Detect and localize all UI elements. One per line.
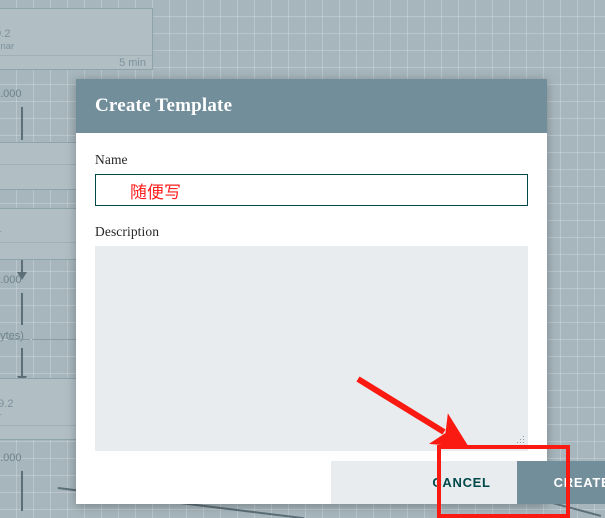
screen: aseTable seTable 1.9.2 nifi-standard-nar…	[0, 0, 605, 518]
field-spacer	[95, 206, 528, 224]
queue-label: 0.000	[0, 452, 22, 464]
description-field-wrapper	[95, 246, 528, 451]
processor-stats-row: 5 min	[0, 55, 152, 69]
name-field-label: Name	[95, 152, 128, 167]
connection-line[interactable]	[21, 471, 23, 511]
dialog-header: Create Template	[76, 79, 547, 133]
connection-tick	[32, 339, 78, 340]
processor-bundle: nifi-standard-nar	[0, 41, 15, 52]
connection-line[interactable]	[21, 293, 23, 325]
create-button[interactable]: CREATE	[517, 461, 605, 504]
queue-label: bytes)	[0, 330, 24, 342]
connection-line[interactable]	[21, 107, 23, 140]
dialog-body: Name Description	[76, 133, 547, 451]
description-field-label: Description	[95, 224, 160, 239]
processor-node[interactable]: aseTable seTable 1.9.2 nifi-standard-nar…	[0, 8, 153, 70]
processor-type: seTable 1.9.2	[0, 28, 11, 40]
dialog-footer: CANCEL CREATE	[76, 451, 605, 504]
template-description-input[interactable]	[95, 246, 528, 451]
queue-label: 0.000	[0, 274, 22, 286]
processor-header: aseTable seTable 1.9.2 nifi-standard-nar	[0, 9, 152, 55]
dialog-title: Create Template	[95, 95, 233, 116]
connection-line[interactable]	[21, 348, 23, 378]
queue-label: 0.000	[0, 88, 22, 100]
template-name-input[interactable]	[95, 174, 528, 206]
cancel-button[interactable]: CANCEL	[406, 461, 517, 504]
create-template-dialog: Create Template Name Description CANCEL …	[76, 79, 605, 504]
processor-name: aseTable	[0, 14, 146, 28]
connection-tick	[8, 339, 30, 340]
processor-stat-right: 5 min	[119, 57, 146, 69]
